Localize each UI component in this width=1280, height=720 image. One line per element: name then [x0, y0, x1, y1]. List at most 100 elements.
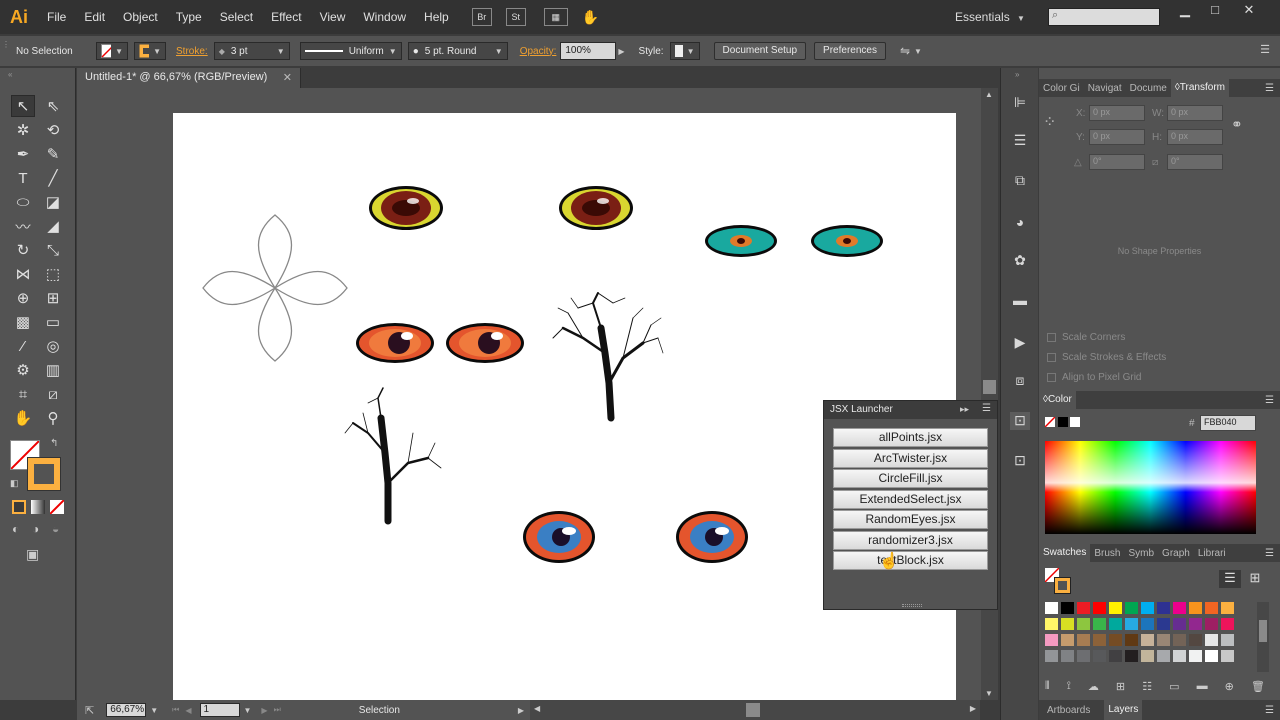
maximize-button[interactable]: □ — [1200, 2, 1230, 20]
gpu-performance-icon[interactable]: ✋ — [582, 9, 599, 26]
collapse-icon[interactable]: » — [1015, 70, 1019, 79]
close-icon[interactable]: ✕ — [283, 71, 292, 84]
tab-brushes[interactable]: Brush — [1090, 548, 1124, 559]
tab-navigator[interactable]: Navigat — [1084, 83, 1126, 94]
graphic-style-picker[interactable]: ▼ — [669, 42, 700, 60]
symbol-sprayer-tool-icon[interactable]: ⚙ — [11, 359, 35, 381]
swatch[interactable] — [1157, 634, 1170, 646]
bridge-button[interactable]: Br — [471, 8, 492, 26]
preferences-button[interactable]: Preferences — [814, 42, 886, 60]
stock-button[interactable]: St — [505, 8, 526, 26]
direct-selection-tool-icon[interactable]: ⇖ — [41, 95, 65, 117]
x-field[interactable]: 0 px — [1089, 105, 1145, 121]
tab-symbols[interactable]: Symb — [1124, 548, 1158, 559]
swatch[interactable] — [1125, 650, 1138, 662]
mesh-tool-icon[interactable]: ▩ — [11, 311, 35, 333]
swatch[interactable] — [1109, 650, 1122, 662]
shear-field[interactable]: 0° — [1167, 154, 1223, 170]
white-swatch[interactable] — [1070, 417, 1080, 427]
chevron-down-icon[interactable]: ▼ — [150, 706, 158, 715]
gradient-panel-icon[interactable]: ▬ — [1010, 292, 1030, 310]
swatch[interactable] — [1109, 602, 1122, 614]
swatch[interactable] — [1077, 634, 1090, 646]
type-tool-icon[interactable]: T — [11, 167, 35, 189]
collapse-icon[interactable]: « — [8, 70, 12, 79]
grid-view-icon[interactable]: ⊞ — [1244, 570, 1266, 588]
collapse-icon[interactable]: ▸▸ — [960, 404, 969, 415]
share-icon[interactable]: ⇱ — [85, 704, 94, 717]
swatch[interactable] — [1077, 602, 1090, 614]
swatch[interactable] — [1189, 602, 1202, 614]
last-artboard-icon[interactable]: ⏭ — [274, 705, 281, 715]
variable-width-profile[interactable]: Uniform ▼ — [299, 42, 402, 60]
eyedropper-tool-icon[interactable]: ⁄ — [11, 335, 35, 357]
tab-libraries[interactable]: Librari — [1194, 548, 1230, 559]
color-mode-button[interactable] — [12, 500, 26, 514]
shaper-tool-icon[interactable]: ◢ — [41, 215, 65, 237]
tab-color-guide[interactable]: Color Gi — [1039, 83, 1084, 94]
new-swatch-icon[interactable]: ⊕ — [1225, 680, 1234, 694]
scale-strokes-checkbox[interactable]: Scale Strokes & Effects — [1047, 352, 1166, 363]
swatch[interactable] — [1045, 618, 1058, 630]
image-panel-icon[interactable]: ⊡ — [1010, 452, 1030, 470]
rotate-tool-icon[interactable]: ↻ — [11, 239, 35, 261]
scroll-down-icon[interactable]: ▼ — [985, 689, 993, 698]
scroll-thumb[interactable] — [1259, 620, 1267, 642]
scroll-right-icon[interactable]: ▶ — [970, 704, 976, 713]
symbols-panel-icon[interactable]: ✿ — [1010, 252, 1030, 270]
resize-grip-icon[interactable] — [902, 604, 922, 607]
previous-artboard-icon[interactable]: ◀ — [185, 706, 191, 715]
panel-menu-icon[interactable]: ☰ — [1265, 548, 1274, 559]
h-field[interactable]: 0 px — [1167, 129, 1223, 145]
menu-help[interactable]: Help — [415, 0, 458, 34]
zoom-tool-icon[interactable]: ⚲ — [41, 407, 65, 429]
swatch[interactable] — [1125, 602, 1138, 614]
document-tab[interactable]: Untitled-1* @ 66,67% (RGB/Preview) ✕ — [77, 68, 301, 88]
opacity-field[interactable]: 100% — [560, 42, 617, 60]
line-tool-icon[interactable]: ╱ — [41, 167, 65, 189]
draw-behind-icon[interactable]: ◑ — [32, 522, 39, 536]
selection-tool-icon[interactable]: ↖ — [11, 95, 35, 117]
swatch[interactable] — [1173, 650, 1186, 662]
swatch[interactable] — [1061, 602, 1074, 614]
cloud-icon[interactable]: ☁ — [1088, 680, 1099, 694]
swatch[interactable] — [1093, 634, 1106, 646]
trash-icon[interactable]: 🗑 — [1251, 680, 1265, 694]
swatch[interactable] — [1173, 618, 1186, 630]
scroll-thumb[interactable] — [746, 703, 760, 717]
hex-field[interactable]: FBB040 — [1200, 415, 1256, 431]
scroll-up-icon[interactable]: ▲ — [985, 90, 993, 99]
swatch[interactable] — [1093, 650, 1106, 662]
stroke-panel-icon[interactable]: ☰ — [1010, 132, 1030, 150]
swatch-kind-icon[interactable]: ⊞ — [1116, 680, 1125, 694]
swatch[interactable] — [1221, 634, 1234, 646]
chevron-down-icon[interactable]: ▼ — [244, 706, 252, 715]
tab-swatches[interactable]: Swatches — [1039, 544, 1091, 562]
swatch[interactable] — [1093, 618, 1106, 630]
swatch[interactable] — [1077, 618, 1090, 630]
first-artboard-icon[interactable]: ⏮ — [172, 705, 179, 715]
script-randomeyes-button[interactable]: RandomEyes.jsx — [833, 510, 988, 529]
panel-menu-icon[interactable]: ☰ — [1265, 705, 1274, 716]
paintbrush-tool-icon[interactable]: 〰 — [11, 215, 35, 237]
stroke-label[interactable]: Stroke: — [176, 46, 208, 57]
tab-artboards[interactable]: Artboards — [1043, 705, 1094, 716]
new-folder-icon[interactable]: ▬ — [1197, 680, 1208, 694]
scale-corners-checkbox[interactable]: Scale Corners — [1047, 332, 1125, 343]
y-field[interactable]: 0 px — [1089, 129, 1145, 145]
color-spectrum[interactable] — [1045, 441, 1256, 534]
free-transform-tool-icon[interactable]: ⬚ — [41, 263, 65, 285]
opacity-label[interactable]: Opacity: — [520, 46, 557, 57]
column-graph-tool-icon[interactable]: ▥ — [41, 359, 65, 381]
reference-point-icon[interactable]: ⁘ — [1043, 112, 1056, 132]
open-libraries-icon[interactable]: ⟟ — [1067, 680, 1071, 694]
appearance-panel-icon[interactable]: ◕ — [1010, 214, 1030, 232]
swatch-grid[interactable] — [1045, 602, 1253, 670]
angle-field[interactable]: 0° — [1089, 154, 1145, 170]
eraser-tool-icon[interactable]: ◪ — [41, 191, 65, 213]
swatch[interactable] — [1141, 634, 1154, 646]
swatch[interactable] — [1093, 602, 1106, 614]
scroll-thumb[interactable] — [983, 380, 996, 394]
pathfinder-panel-icon[interactable]: ⧉ — [1010, 172, 1030, 190]
list-view-icon[interactable]: ☰ — [1219, 570, 1241, 588]
